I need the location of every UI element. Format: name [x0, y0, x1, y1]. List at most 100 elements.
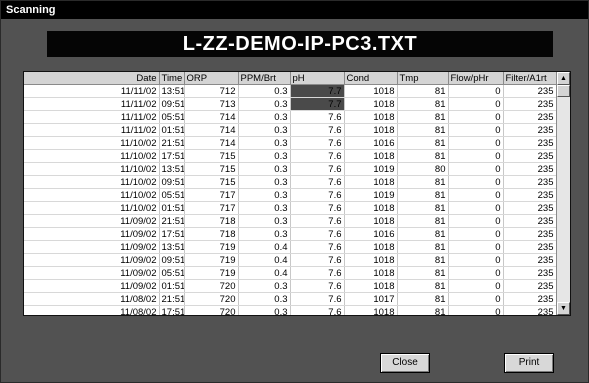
column-header[interactable]: Time	[159, 72, 185, 85]
table-cell: 81	[397, 97, 449, 111]
table-cell: 81	[397, 305, 449, 315]
arrow-down-icon[interactable]: ▼	[557, 302, 570, 315]
column-header[interactable]: ORP	[184, 72, 239, 85]
table-cell: 717	[184, 201, 239, 215]
table-cell: 7.7	[290, 84, 345, 98]
table-cell: 0.4	[238, 266, 291, 280]
table-cell: 0	[448, 175, 504, 189]
table-cell: 0.3	[238, 110, 291, 124]
table-cell: 11/10/02	[24, 201, 160, 215]
table-cell: 0.3	[238, 188, 291, 202]
table-row[interactable]: 11/11/02 01:51 714 0.3 7.6 1018 81 0 235	[24, 123, 557, 137]
table-cell: 0	[448, 292, 504, 306]
table-row[interactable]: 11/09/02 01:51 720 0.3 7.6 1018 81 0 235	[24, 279, 557, 293]
scanning-window: Scanning L-ZZ-DEMO-IP-PC3.TXT Date Time …	[0, 0, 589, 383]
table-cell: 235	[503, 201, 557, 215]
table-cell: 0.4	[238, 253, 291, 267]
table-cell: 81	[397, 149, 449, 163]
table-cell: 7.6	[290, 253, 345, 267]
table-cell: 81	[397, 201, 449, 215]
table-cell: 17:51	[159, 149, 185, 163]
table-cell: 235	[503, 227, 557, 241]
table-cell: 11/09/02	[24, 240, 160, 254]
column-header[interactable]: Cond	[344, 72, 398, 85]
table-cell: 1018	[344, 240, 398, 254]
table-row[interactable]: 11/09/02 21:51 718 0.3 7.6 1018 81 0 235	[24, 214, 557, 228]
table-cell: 21:51	[159, 136, 185, 150]
table-cell: 11/08/02	[24, 292, 160, 306]
table-cell: 17:51	[159, 305, 185, 315]
table-row[interactable]: 11/10/02 13:51 715 0.3 7.6 1019 80 0 235	[24, 162, 557, 176]
table-cell: 0.3	[238, 123, 291, 137]
close-button[interactable]: Close	[380, 353, 430, 373]
table-cell: 81	[397, 292, 449, 306]
table-cell: 0	[448, 214, 504, 228]
column-header[interactable]: Tmp	[397, 72, 449, 85]
table-cell: 09:51	[159, 175, 185, 189]
table-row[interactable]: 11/10/02 01:51 717 0.3 7.6 1018 81 0 235	[24, 201, 557, 215]
table-row[interactable]: 11/10/02 09:51 715 0.3 7.6 1018 81 0 235	[24, 175, 557, 189]
table-cell: 0.3	[238, 175, 291, 189]
table-cell: 1016	[344, 227, 398, 241]
table-cell: 7.6	[290, 305, 345, 315]
table-cell: 1018	[344, 214, 398, 228]
column-header[interactable]: Flow/pHr	[448, 72, 504, 85]
table-cell: 7.6	[290, 110, 345, 124]
table-cell: 1016	[344, 136, 398, 150]
table-cell: 0	[448, 253, 504, 267]
table-cell: 11/09/02	[24, 279, 160, 293]
table-cell: 0.3	[238, 214, 291, 228]
table-cell: 81	[397, 123, 449, 137]
table-row[interactable]: 11/11/02 13:51 712 0.3 7.7 1018 81 0 235	[24, 84, 557, 98]
table-row[interactable]: 11/08/02 17:51 720 0.3 7.6 1018 81 0 235	[24, 305, 557, 315]
table-row[interactable]: 11/10/02 05:51 717 0.3 7.6 1019 81 0 235	[24, 188, 557, 202]
table-cell: 0.3	[238, 136, 291, 150]
table-cell: 0	[448, 227, 504, 241]
column-header[interactable]: PPM/Brt	[238, 72, 291, 85]
table-cell: 1018	[344, 123, 398, 137]
table-cell: 11/11/02	[24, 123, 160, 137]
table-cell: 7.6	[290, 188, 345, 202]
table-cell: 0.3	[238, 84, 291, 98]
table-row[interactable]: 11/11/02 09:51 713 0.3 7.7 1018 81 0 235	[24, 97, 557, 111]
table-cell: 0	[448, 266, 504, 280]
table-cell: 7.6	[290, 279, 345, 293]
table-row[interactable]: 11/08/02 21:51 720 0.3 7.6 1017 81 0 235	[24, 292, 557, 306]
table-cell: 13:51	[159, 240, 185, 254]
table-cell: 235	[503, 149, 557, 163]
table-row[interactable]: 11/09/02 09:51 719 0.4 7.6 1018 81 0 235	[24, 253, 557, 267]
column-header[interactable]: pH	[290, 72, 345, 85]
table-cell: 1018	[344, 97, 398, 111]
table-cell: 7.6	[290, 136, 345, 150]
table-cell: 235	[503, 123, 557, 137]
column-header[interactable]: Filter/A1rt	[503, 72, 557, 85]
table-cell: 81	[397, 279, 449, 293]
table-row[interactable]: 11/10/02 21:51 714 0.3 7.6 1016 81 0 235	[24, 136, 557, 150]
table-cell: 0	[448, 97, 504, 111]
table-cell: 0	[448, 240, 504, 254]
table-cell: 715	[184, 149, 239, 163]
table-cell: 0.3	[238, 227, 291, 241]
table-cell: 0	[448, 149, 504, 163]
table-cell: 719	[184, 240, 239, 254]
table-cell: 235	[503, 162, 557, 176]
vertical-scrollbar[interactable]: ▲ ▼	[556, 72, 570, 315]
data-grid[interactable]: Date Time ORP PPM/Brt pH Cond Tmp Flow/p…	[23, 71, 571, 316]
table-cell: 81	[397, 227, 449, 241]
table-row[interactable]: 11/10/02 17:51 715 0.3 7.6 1018 81 0 235	[24, 149, 557, 163]
column-header[interactable]: Date	[24, 72, 160, 85]
table-cell: 0.4	[238, 240, 291, 254]
table-row[interactable]: 11/09/02 13:51 719 0.4 7.6 1018 81 0 235	[24, 240, 557, 254]
scroll-thumb[interactable]	[557, 85, 570, 97]
table-row[interactable]: 11/11/02 05:51 714 0.3 7.6 1018 81 0 235	[24, 110, 557, 124]
table-row[interactable]: 11/09/02 05:51 719 0.4 7.6 1018 81 0 235	[24, 266, 557, 280]
table-cell: 0	[448, 279, 504, 293]
header-row: Date Time ORP PPM/Brt pH Cond Tmp Flow/p…	[24, 72, 557, 85]
print-button[interactable]: Print	[504, 353, 554, 373]
table-cell: 1018	[344, 149, 398, 163]
table-cell: 7.6	[290, 240, 345, 254]
table-cell: 81	[397, 136, 449, 150]
table-row[interactable]: 11/09/02 17:51 718 0.3 7.6 1016 81 0 235	[24, 227, 557, 241]
arrow-up-icon[interactable]: ▲	[557, 72, 570, 85]
table-cell: 714	[184, 136, 239, 150]
